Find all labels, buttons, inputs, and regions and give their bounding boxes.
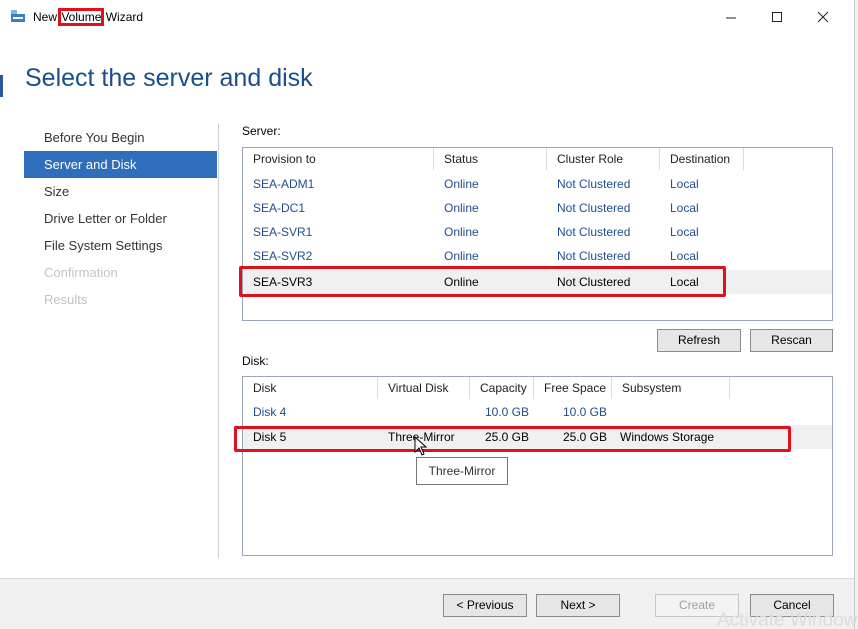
server-cluster-role: Not Clustered — [557, 249, 631, 263]
column-disk[interactable]: Disk — [243, 377, 378, 399]
step-confirmation: Confirmation — [44, 265, 118, 280]
step-file-system-settings[interactable]: File System Settings — [24, 232, 217, 259]
server-list-header: Provision to Status Cluster Role Destina… — [243, 148, 832, 170]
server-status: Online — [444, 177, 479, 191]
mouse-pointer-icon — [414, 436, 428, 456]
disk-name: Disk 4 — [253, 405, 287, 419]
server-row[interactable]: SEA-DC1 Online Not Clustered Local — [243, 196, 832, 220]
scrollbar-edge-right[interactable] — [854, 0, 858, 629]
column-subsystem[interactable]: Subsystem — [612, 377, 730, 399]
server-status: Online — [444, 249, 479, 263]
server-row[interactable]: SEA-SVR1 Online Not Clustered Local — [243, 220, 832, 244]
server-row-selected[interactable]: SEA-SVR3 Online Not Clustered Local — [243, 270, 832, 294]
disk-name: Disk 5 — [253, 430, 287, 444]
window-title: New Volume Wizard — [33, 8, 144, 26]
steps-divider — [218, 124, 219, 558]
rescan-button[interactable]: Rescan — [750, 329, 833, 352]
column-virtual-disk[interactable]: Virtual Disk — [378, 377, 470, 399]
close-icon — [817, 11, 829, 23]
server-status: Online — [444, 225, 479, 239]
title-bar: New Volume Wizard — [0, 0, 854, 34]
server-status: Online — [444, 201, 479, 215]
step-before-you-begin[interactable]: Before You Begin — [24, 124, 217, 151]
server-cluster-role: Not Clustered — [557, 177, 631, 191]
server-destination: Local — [670, 249, 699, 263]
server-name: SEA-SVR3 — [253, 275, 313, 289]
maximize-button[interactable] — [754, 0, 800, 34]
next-button[interactable]: Next > — [536, 594, 620, 617]
step-results: Results — [44, 292, 88, 307]
column-free-space[interactable]: Free Space — [534, 377, 612, 399]
window-edge-left — [0, 75, 3, 97]
page-title: Select the server and disk — [25, 64, 313, 92]
server-name: SEA-ADM1 — [253, 177, 315, 191]
volume-wizard-icon — [11, 10, 25, 22]
server-row[interactable]: SEA-SVR2 Online Not Clustered Local — [243, 244, 832, 268]
server-cluster-role: Not Clustered — [557, 201, 631, 215]
minimize-button[interactable] — [708, 0, 754, 34]
column-cluster-role[interactable]: Cluster Role — [547, 148, 660, 170]
refresh-button[interactable]: Refresh — [657, 329, 741, 352]
step-drive-letter[interactable]: Drive Letter or Folder — [24, 205, 217, 232]
close-button[interactable] — [800, 0, 846, 34]
disk-capacity: 25.0 GB — [484, 430, 529, 444]
activate-windows-watermark: Activate Windows — [717, 610, 858, 629]
title-highlight: Volume — [58, 8, 105, 26]
server-row[interactable]: SEA-ADM1 Online Not Clustered Local — [243, 172, 832, 196]
server-destination: Local — [670, 201, 699, 215]
column-capacity[interactable]: Capacity — [470, 377, 534, 399]
column-destination[interactable]: Destination — [660, 148, 744, 170]
server-name: SEA-DC1 — [253, 201, 306, 215]
step-size[interactable]: Size — [24, 178, 217, 205]
column-provision-to[interactable]: Provision to — [243, 148, 434, 170]
server-cluster-role: Not Clustered — [557, 225, 631, 239]
server-label: Server: — [242, 124, 281, 138]
virtual-disk-tooltip: Three-Mirror — [416, 457, 508, 485]
server-name: SEA-SVR1 — [253, 225, 313, 239]
server-name: SEA-SVR2 — [253, 249, 313, 263]
server-destination: Local — [670, 225, 699, 239]
wizard-steps: Before You Begin Server and Disk Size Dr… — [24, 124, 217, 313]
disk-free-space: 10.0 GB — [562, 405, 607, 419]
disk-capacity: 10.0 GB — [484, 405, 529, 419]
disk-row-selected[interactable]: Disk 5 Three-Mirror 25.0 GB 25.0 GB Wind… — [243, 425, 832, 449]
column-status[interactable]: Status — [434, 148, 547, 170]
server-destination: Local — [670, 177, 699, 191]
server-destination: Local — [670, 275, 699, 289]
server-list[interactable]: Provision to Status Cluster Role Destina… — [242, 147, 833, 321]
disk-subsystem: Windows Storage — [620, 430, 715, 444]
disk-list-header: Disk Virtual Disk Capacity Free Space Su… — [243, 377, 832, 399]
disk-label: Disk: — [242, 354, 269, 368]
step-server-and-disk[interactable]: Server and Disk — [24, 151, 217, 178]
minimize-icon — [726, 17, 736, 19]
maximize-icon — [772, 12, 782, 22]
server-status: Online — [444, 275, 479, 289]
disk-row[interactable]: Disk 4 10.0 GB 10.0 GB — [243, 400, 832, 424]
server-cluster-role: Not Clustered — [557, 275, 631, 289]
disk-free-space: 25.0 GB — [562, 430, 607, 444]
disk-list[interactable]: Disk Virtual Disk Capacity Free Space Su… — [242, 376, 833, 556]
previous-button[interactable]: < Previous — [443, 594, 527, 617]
